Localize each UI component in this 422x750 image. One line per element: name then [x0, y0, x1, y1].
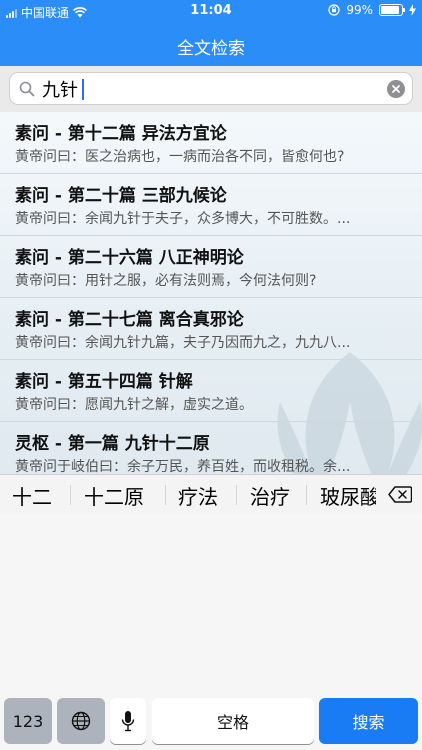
text-caret [82, 79, 84, 100]
result-snippet: 黄帝问曰：愿闻九针之解，虚实之道。 [15, 397, 253, 413]
result-title: 素问 - 第二十篇 三部九候论 [15, 186, 227, 206]
candidate-word[interactable]: 疗法 [178, 481, 218, 510]
charging-icon [409, 4, 416, 16]
status-right: 99% [328, 3, 416, 17]
list-item[interactable]: 素问 - 第二十六篇 八正神明论 黄帝问曰：用针之服，必有法则焉，今何法何则? [0, 236, 422, 298]
globe-icon [71, 711, 91, 731]
keyboard: 123 空格 搜索 [0, 514, 422, 750]
results-list: 素问 - 第十二篇 异法方宜论 黄帝问曰：医之治病也，一病而治各不同，皆愈何也?… [0, 112, 422, 474]
candidate-word[interactable]: 治疗 [250, 481, 290, 510]
microphone-icon [121, 711, 135, 732]
divider [165, 485, 166, 505]
divider [70, 485, 71, 505]
result-title: 素问 - 第五十四篇 针解 [15, 372, 193, 392]
candidate-word[interactable]: 十二原 [84, 481, 144, 510]
list-item[interactable]: 素问 - 第二十七篇 离合真邪论 黄帝问曰：余闻九针九篇，夫子乃因而九之，九九八… [0, 298, 422, 360]
battery-icon [379, 4, 405, 16]
nav-bar: 全文检索 [0, 22, 422, 66]
candidate-bar: 十二 十二原 疗法 治疗 玻尿酸 [0, 474, 422, 515]
result-title: 素问 - 第二十七篇 离合真邪论 [15, 310, 244, 330]
search-key[interactable]: 搜索 [319, 698, 418, 744]
microphone-key[interactable] [110, 698, 146, 744]
orientation-lock-icon [328, 4, 340, 16]
battery-percent: 99% [346, 3, 373, 17]
divider [306, 485, 307, 505]
backspace-icon[interactable] [388, 486, 412, 503]
result-snippet: 黄帝问曰：用针之服，必有法则焉，今何法何则? [15, 273, 317, 289]
search-input[interactable] [42, 77, 372, 101]
result-snippet: 黄帝问曰：医之治病也，一病而治各不同，皆愈何也? [15, 149, 345, 165]
search-icon [19, 81, 35, 97]
status-bar: 中国联通 11:04 99% [0, 0, 422, 22]
result-title: 素问 - 第二十六篇 八正神明论 [15, 248, 244, 268]
clear-icon[interactable] [387, 80, 405, 98]
list-item[interactable]: 素问 - 第五十四篇 针解 黄帝问曰：愿闻九针之解，虚实之道。 [0, 360, 422, 422]
search-area [0, 66, 422, 113]
search-box[interactable] [9, 72, 413, 105]
result-title: 灵枢 - 第一篇 九针十二原 [15, 434, 210, 454]
candidate-word[interactable]: 十二 [12, 481, 52, 510]
result-snippet: 黄帝问曰：余闻九针九篇，夫子乃因而九之，九九八... [15, 335, 351, 351]
list-item[interactable]: 素问 - 第十二篇 异法方宜论 黄帝问曰：医之治病也，一病而治各不同，皆愈何也? [0, 112, 422, 174]
result-snippet: 黄帝问曰：余闻九针于夫子，众多博大，不可胜数。... [15, 211, 351, 227]
divider [236, 485, 237, 505]
numbers-key[interactable]: 123 [4, 698, 52, 744]
list-item[interactable]: 素问 - 第二十篇 三部九候论 黄帝问曰：余闻九针于夫子，众多博大，不可胜数。.… [0, 174, 422, 236]
candidate-word[interactable]: 玻尿酸 [320, 481, 376, 510]
page-title: 全文检索 [177, 39, 245, 59]
space-key[interactable]: 空格 [152, 698, 314, 744]
globe-key[interactable] [57, 698, 105, 744]
result-snippet: 黄帝问于岐伯曰：余子万民，养百姓，而收租税。余... [15, 459, 351, 474]
result-title: 素问 - 第十二篇 异法方宜论 [15, 124, 227, 144]
results-container: 素问 - 第十二篇 异法方宜论 黄帝问曰：医之治病也，一病而治各不同，皆愈何也?… [0, 112, 422, 474]
list-item[interactable]: 灵枢 - 第一篇 九针十二原 黄帝问于岐伯曰：余子万民，养百姓，而收租税。余..… [0, 422, 422, 474]
